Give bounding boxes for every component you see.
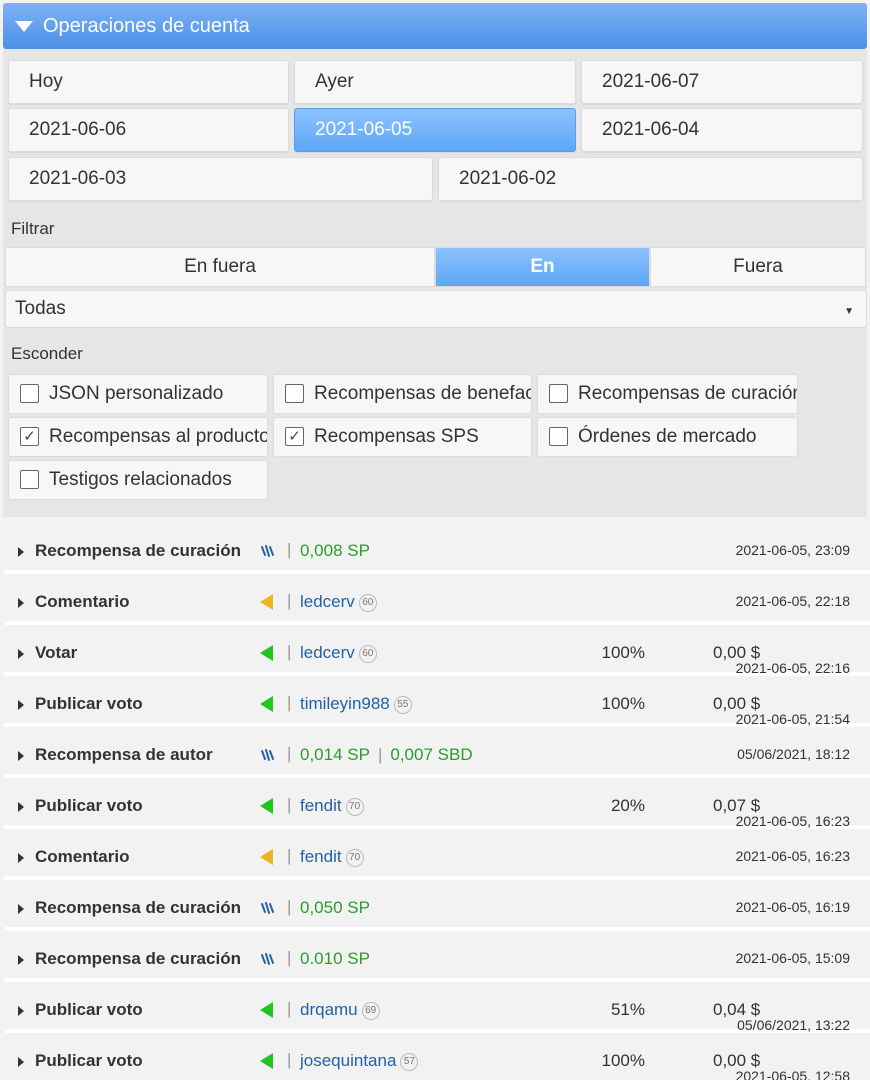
list-item[interactable]: Publicar voto | drqamu 69 51% 0,04 $ 05/0…: [4, 987, 870, 1033]
filter-segment-en-fuera[interactable]: En fuera: [5, 247, 435, 287]
list-item[interactable]: Publicar voto | fendit 70 20% 0,07 $ 2021…: [4, 783, 870, 829]
expand-arrow-icon[interactable]: [18, 1006, 24, 1016]
list-item[interactable]: Votar | ledcerv 60 100% 0,00 $ 2021-06-05…: [4, 630, 870, 676]
comment-icon: [260, 594, 273, 610]
operations-header[interactable]: Operaciones de cuenta: [3, 3, 867, 49]
hide-label: Esconder: [11, 344, 83, 363]
hide-option-witness[interactable]: Testigos relacionados: [8, 460, 268, 500]
vote-icon: [260, 798, 273, 814]
hide-option-benefactor[interactable]: Recompensas de benefactor: [273, 374, 532, 414]
checkbox-checked[interactable]: ✓: [20, 427, 39, 446]
date-button-2021-06-04[interactable]: 2021-06-04: [581, 108, 863, 152]
reputation-badge: 57: [400, 1053, 419, 1071]
steem-icon: [261, 953, 274, 965]
expand-arrow-icon[interactable]: [18, 853, 24, 863]
checkbox[interactable]: [549, 427, 568, 446]
expand-arrow-icon[interactable]: [18, 904, 24, 914]
hide-option-json[interactable]: JSON personalizado: [8, 374, 268, 414]
user-link[interactable]: fendit: [300, 796, 342, 815]
header-title: Operaciones de cuenta: [43, 14, 250, 37]
reputation-badge: 60: [358, 594, 377, 612]
reputation-badge: 55: [393, 696, 412, 714]
date-button-2021-06-06[interactable]: 2021-06-06: [8, 108, 289, 152]
vote-icon: [260, 1053, 273, 1069]
list-item[interactable]: Comentario | ledcerv 60 2021-06-05, 22:18: [4, 579, 870, 625]
list-item[interactable]: Recompensa de autor | 0,014 SP | 0,007 SBD…: [4, 732, 870, 778]
comment-icon: [260, 849, 273, 865]
date-button-2021-06-07[interactable]: 2021-06-07: [581, 60, 863, 104]
reputation-badge: 70: [345, 798, 364, 816]
user-link[interactable]: timileyin988: [300, 694, 390, 713]
list-item[interactable]: Publicar voto | timileyin988 55 100% 0,00…: [4, 681, 870, 727]
checkbox[interactable]: [20, 384, 39, 403]
date-button-2021-06-02[interactable]: 2021-06-02: [438, 157, 863, 201]
list-item[interactable]: Comentario | fendit 70 2021-06-05, 16:23: [4, 834, 870, 880]
expand-arrow-icon[interactable]: [18, 700, 24, 710]
checkbox[interactable]: [20, 470, 39, 489]
expand-arrow-icon[interactable]: [18, 955, 24, 965]
expand-arrow-icon[interactable]: [18, 802, 24, 812]
date-button-ayer[interactable]: Ayer: [294, 60, 576, 104]
expand-arrow-icon[interactable]: [18, 751, 24, 761]
expand-arrow-icon[interactable]: [18, 649, 24, 659]
reputation-badge: 70: [345, 849, 364, 867]
hide-option-producer[interactable]: ✓ Recompensas al productor: [8, 417, 268, 457]
collapse-triangle-icon: [15, 20, 33, 32]
dropdown-caret-icon: ▼: [844, 306, 854, 317]
list-item[interactable]: Recompensa de curación | 0.010 SP 2021-0…: [4, 936, 870, 982]
vote-icon: [260, 696, 273, 712]
checkbox[interactable]: [549, 384, 568, 403]
filter-segment-en[interactable]: En: [435, 247, 650, 287]
steem-icon: [261, 749, 274, 761]
reputation-badge: 69: [361, 1002, 380, 1020]
user-link[interactable]: ledcerv: [300, 592, 355, 611]
vote-icon: [260, 645, 273, 661]
hide-option-curation[interactable]: Recompensas de curación: [537, 374, 798, 414]
hide-option-market[interactable]: Órdenes de mercado: [537, 417, 798, 457]
filter-panel: Hoy Ayer 2021-06-07 2021-06-06 2021-06-0…: [3, 49, 867, 517]
filter-select[interactable]: Todas ▼: [5, 290, 867, 328]
expand-arrow-icon[interactable]: [18, 547, 24, 557]
steem-icon: [261, 902, 274, 914]
date-button-2021-06-05[interactable]: 2021-06-05: [294, 108, 576, 152]
expand-arrow-icon[interactable]: [18, 598, 24, 608]
list-item[interactable]: Recompensa de curación | 0,008 SP 2021-0…: [4, 528, 870, 574]
date-button-hoy[interactable]: Hoy: [8, 60, 289, 104]
filter-segment-fuera[interactable]: Fuera: [650, 247, 866, 287]
date-button-2021-06-03[interactable]: 2021-06-03: [8, 157, 433, 201]
user-link[interactable]: josequintana: [300, 1051, 396, 1070]
user-link[interactable]: ledcerv: [300, 643, 355, 662]
list-item[interactable]: Recompensa de curación | 0,050 SP 2021-0…: [4, 885, 870, 931]
expand-arrow-icon[interactable]: [18, 1057, 24, 1067]
user-link[interactable]: fendit: [300, 847, 342, 866]
hide-option-sps[interactable]: ✓ Recompensas SPS: [273, 417, 532, 457]
checkbox[interactable]: [285, 384, 304, 403]
checkbox-checked[interactable]: ✓: [285, 427, 304, 446]
vote-icon: [260, 1002, 273, 1018]
steem-icon: [261, 545, 274, 557]
reputation-badge: 60: [358, 645, 377, 663]
filter-label: Filtrar: [11, 219, 55, 238]
user-link[interactable]: drqamu: [300, 1000, 358, 1019]
list-item[interactable]: Publicar voto | josequintana 57 100% 0,00…: [4, 1038, 870, 1080]
